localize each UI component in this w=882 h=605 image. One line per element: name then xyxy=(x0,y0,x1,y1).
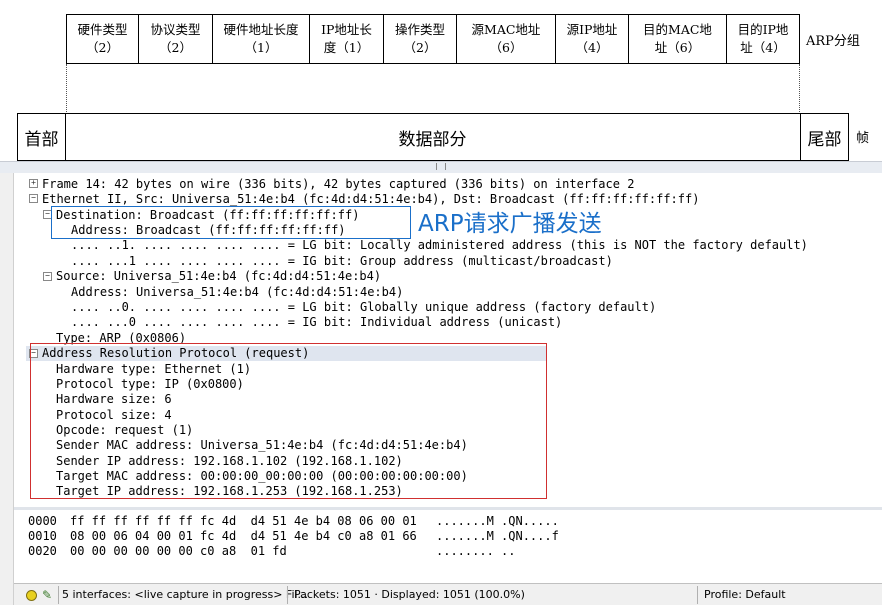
frame-trailer-cell: 尾部 xyxy=(800,113,849,161)
status-interfaces[interactable]: 5 interfaces: <live capture in progress>… xyxy=(62,588,308,601)
collapse-icon[interactable]: − xyxy=(29,194,38,203)
frame-data-cell: 数据部分 xyxy=(65,113,801,161)
tree-item-source[interactable]: Source: Universa_51:4e:b4 (fc:4d:d4:51:4… xyxy=(56,269,381,284)
tree-item-dst-lg-bit[interactable]: .... ..1. .... .... .... .... = LG bit: … xyxy=(71,238,808,253)
field-operation-type: 操作类型 （2） xyxy=(384,14,457,64)
capture-status-led-icon[interactable] xyxy=(26,590,37,601)
field-hardware-addr-len: 硬件地址长度 （1） xyxy=(213,14,310,64)
tree-item-src-address[interactable]: Address: Universa_51:4e:b4 (fc:4d:d4:51:… xyxy=(71,285,403,300)
field-dst-ip: 目的IP地 址（4） xyxy=(727,14,800,64)
hex-ascii[interactable]: .......M .QN....f xyxy=(436,529,559,544)
expand-icon[interactable]: + xyxy=(29,179,38,188)
dotted-guide-right xyxy=(799,64,800,112)
pane-splitter-hex[interactable] xyxy=(14,507,882,510)
status-bar: ✎ 5 interfaces: <live capture in progres… xyxy=(14,583,882,605)
status-separator xyxy=(287,586,288,604)
tree-item-src-lg-bit[interactable]: .... ..0. .... .... .... .... = LG bit: … xyxy=(71,300,656,315)
hex-bytes[interactable]: 08 00 06 04 00 01 fc 4d d4 51 4e b4 c0 a… xyxy=(70,529,417,544)
frame-header-cell: 首部 xyxy=(17,113,66,161)
status-separator xyxy=(697,586,698,604)
frame-label: 帧 xyxy=(856,131,870,146)
hex-offset: 0010 xyxy=(28,529,57,543)
field-dst-mac: 目的MAC地 址（6） xyxy=(629,14,727,64)
dotted-guide-left xyxy=(66,64,67,112)
annotation-blue-box xyxy=(51,206,411,239)
field-src-mac: 源MAC地址 （6） xyxy=(457,14,556,64)
hex-offset: 0000 xyxy=(28,514,57,528)
status-packets[interactable]: Packets: 1051 · Displayed: 1051 (100.0%) xyxy=(294,588,525,601)
hex-ascii[interactable]: .......M .QN..... xyxy=(436,514,559,529)
edit-comment-icon[interactable]: ✎ xyxy=(42,588,56,602)
hex-ascii[interactable]: ........ .. xyxy=(436,544,515,559)
field-protocol-type: 协议类型 （2） xyxy=(139,14,213,64)
annotation-red-box xyxy=(30,343,547,499)
hex-dump-pane: 0000 ff ff ff ff ff ff fc 4d d4 51 4e b4… xyxy=(26,512,882,582)
hex-offset: 0020 xyxy=(28,544,57,558)
field-hardware-type: 硬件类型 （2） xyxy=(66,14,139,64)
status-separator xyxy=(58,586,59,604)
field-ip-addr-len: IP地址长 度（1） xyxy=(310,14,384,64)
annotation-text: ARP请求广播发送 xyxy=(418,211,602,237)
hex-bytes[interactable]: 00 00 00 00 00 00 c0 a8 01 fd xyxy=(70,544,287,559)
tree-item-frame[interactable]: Frame 14: 42 bytes on wire (336 bits), 4… xyxy=(42,177,634,192)
field-src-ip: 源IP地址 （4） xyxy=(556,14,629,64)
tree-item-src-ig-bit[interactable]: .... ...0 .... .... .... .... = IG bit: … xyxy=(71,315,562,330)
collapse-icon[interactable]: − xyxy=(43,272,52,281)
splitter-grip-icon[interactable] xyxy=(436,163,446,170)
tree-item-dst-ig-bit[interactable]: .... ...1 .... .... .... .... = IG bit: … xyxy=(71,254,613,269)
status-profile[interactable]: Profile: Default xyxy=(704,588,786,601)
arp-packet-label: ARP分组 xyxy=(806,34,860,49)
hex-bytes[interactable]: ff ff ff ff ff ff fc 4d d4 51 4e b4 08 0… xyxy=(70,514,417,529)
arp-frame-diagram: 硬件类型 （2） 协议类型 （2） 硬件地址长度 （1） IP地址长 度（1） … xyxy=(0,0,882,170)
